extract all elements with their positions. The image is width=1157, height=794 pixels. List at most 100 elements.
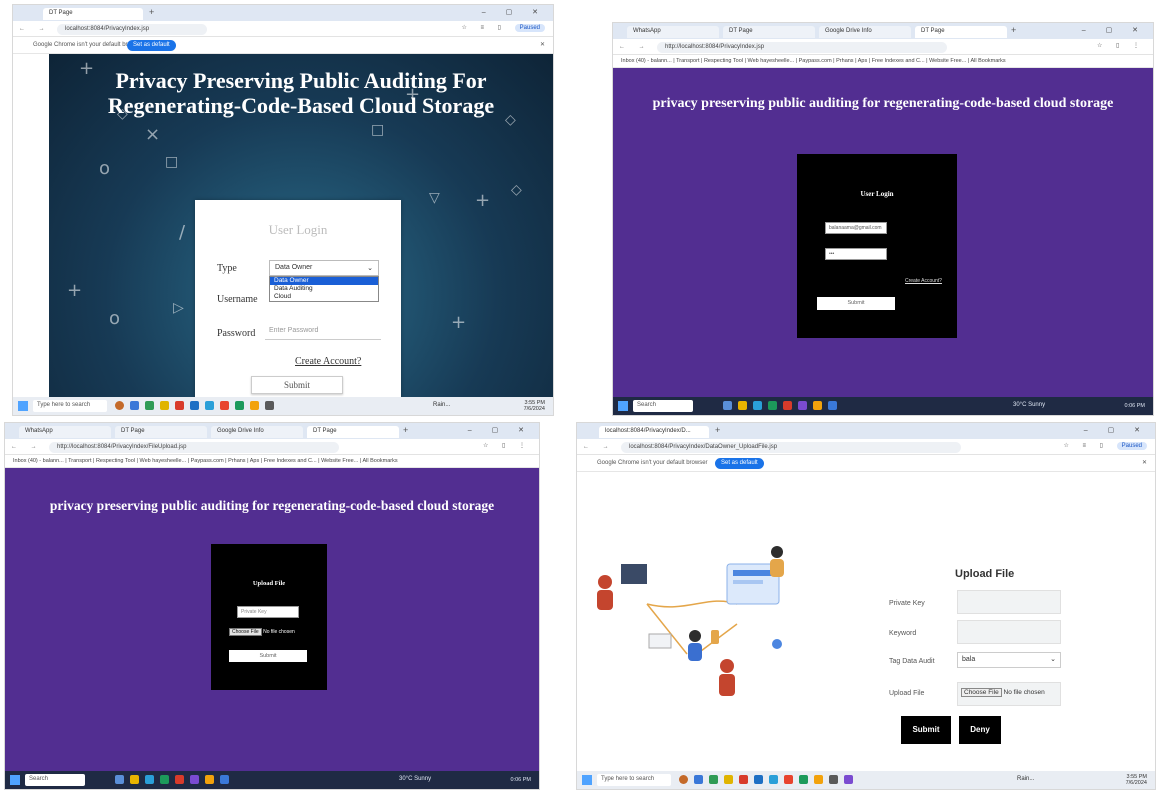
new-tab-icon[interactable]: + <box>1011 25 1016 35</box>
app-icon[interactable] <box>175 775 184 784</box>
deny-button[interactable]: Deny <box>959 716 1001 744</box>
toolbar-actions[interactable]: ☆ ≡ ▯ Paused <box>461 24 545 32</box>
set-default-button[interactable]: Set as default <box>127 40 176 51</box>
app-icon[interactable] <box>814 775 823 784</box>
app-icon[interactable] <box>844 775 853 784</box>
app-icon[interactable] <box>160 775 169 784</box>
create-account-link[interactable]: Create Account? <box>295 356 361 367</box>
file-chooser[interactable]: Choose File No file chosen <box>957 682 1061 706</box>
app-icon[interactable] <box>798 401 807 410</box>
taskbar-clock[interactable]: 0:06 PM <box>511 777 531 783</box>
window-controls[interactable]: – ▢ ✕ <box>468 426 533 434</box>
app-icon[interactable] <box>130 775 139 784</box>
taskbar-search-input[interactable]: Type here to search <box>597 774 671 786</box>
app-icon[interactable] <box>828 401 837 410</box>
choose-file-button[interactable]: Choose File <box>229 628 262 636</box>
app-icon[interactable] <box>220 775 229 784</box>
tab-google-drive[interactable]: Google Drive Info <box>819 26 911 38</box>
taskbar-clock[interactable]: 3:55 PM 7/6/2024 <box>1126 774 1147 786</box>
set-default-button[interactable]: Set as default <box>715 458 764 469</box>
app-icon[interactable] <box>220 401 229 410</box>
app-icon[interactable] <box>235 401 244 410</box>
window-controls[interactable]: – ▢ ✕ <box>1084 426 1149 434</box>
toolbar-actions[interactable]: ☆ ▯ ⋮ <box>1097 42 1145 49</box>
app-icon[interactable] <box>724 775 733 784</box>
app-icon[interactable] <box>784 775 793 784</box>
app-icon[interactable] <box>190 775 199 784</box>
taskbar-clock[interactable]: 0:06 PM <box>1125 403 1145 409</box>
app-icon[interactable] <box>115 401 124 410</box>
tab-whatsapp[interactable]: WhatsApp <box>19 426 111 438</box>
app-icon[interactable] <box>739 775 748 784</box>
app-icon[interactable] <box>768 401 777 410</box>
app-icon[interactable] <box>265 401 274 410</box>
tab-dt-page[interactable]: DT Page <box>115 426 207 438</box>
app-icon[interactable] <box>754 775 763 784</box>
app-icon[interactable] <box>753 401 762 410</box>
app-icon[interactable] <box>205 775 214 784</box>
taskbar-search-input[interactable]: Type here to search <box>33 400 107 412</box>
tab-upload-page[interactable]: localhost:8084/PrivacyIndex/D... <box>599 426 709 438</box>
app-icon[interactable] <box>723 401 732 410</box>
close-icon[interactable]: ✕ <box>540 41 545 48</box>
toolbar-actions[interactable]: ☆ ≡ ▯ Paused <box>1063 442 1147 450</box>
choose-file-button[interactable]: Choose File <box>961 688 1002 697</box>
app-icon[interactable] <box>679 775 688 784</box>
dropdown-option[interactable]: Data Owner <box>270 277 378 285</box>
dropdown-option[interactable]: Data Auditing <box>270 285 378 293</box>
password-input[interactable]: Enter Password <box>265 322 381 340</box>
window-controls[interactable]: – ▢ ✕ <box>482 8 547 16</box>
private-key-input[interactable]: Private Key <box>237 606 299 618</box>
taskbar-search-input[interactable]: Search <box>633 400 693 412</box>
new-tab-icon[interactable]: + <box>715 425 720 435</box>
keyword-input[interactable] <box>957 620 1061 644</box>
submit-button[interactable]: Submit <box>251 376 343 394</box>
bookmarks-bar[interactable]: Inbox (40) - balann... | Transport | Res… <box>613 55 1153 68</box>
app-icon[interactable] <box>130 401 139 410</box>
taskbar-search-input[interactable]: Search <box>25 774 85 786</box>
windows-start-icon[interactable] <box>18 401 28 411</box>
close-icon[interactable]: ✕ <box>1142 459 1147 466</box>
password-field[interactable]: ••• <box>825 248 887 260</box>
app-icon[interactable] <box>205 401 214 410</box>
app-icon[interactable] <box>709 775 718 784</box>
taskbar-apps[interactable] <box>679 775 859 786</box>
tab-dt-page[interactable]: DT Page <box>723 26 815 38</box>
dropdown-option[interactable]: Cloud <box>270 293 378 301</box>
tag-data-audit-select[interactable]: bala ⌄ <box>957 652 1061 668</box>
app-icon[interactable] <box>694 775 703 784</box>
address-bar[interactable]: http://localhost:8084/PrivacyIndex/FileU… <box>49 442 339 453</box>
submit-button[interactable]: Submit <box>817 297 895 310</box>
tab-whatsapp[interactable]: WhatsApp <box>627 26 719 38</box>
submit-button[interactable]: Submit <box>901 716 951 744</box>
window-controls[interactable]: – ▢ ✕ <box>1082 26 1147 34</box>
new-tab-icon[interactable]: + <box>149 7 154 17</box>
email-field[interactable]: balanaama@gmail.com <box>825 222 887 234</box>
weather-widget[interactable]: 30°C Sunny <box>1013 402 1045 408</box>
create-account-link[interactable]: Create Account? <box>905 278 942 284</box>
windows-start-icon[interactable] <box>582 775 592 785</box>
app-icon[interactable] <box>738 401 747 410</box>
address-bar[interactable]: localhost:8084/PrivacyIndex/DataOwner_Up… <box>621 442 961 453</box>
app-icon[interactable] <box>799 775 808 784</box>
app-icon[interactable] <box>160 401 169 410</box>
weather-widget[interactable]: Rain... <box>1017 776 1034 782</box>
app-icon[interactable] <box>813 401 822 410</box>
app-icon[interactable] <box>829 775 838 784</box>
file-chooser[interactable]: Choose File No file chosen <box>229 628 295 636</box>
tab-dt-page-active[interactable]: DT Page <box>307 426 399 438</box>
app-icon[interactable] <box>145 775 154 784</box>
address-bar[interactable]: localhost:8084/PrivacyIndex.jsp <box>57 24 207 35</box>
app-icon[interactable] <box>190 401 199 410</box>
app-icon[interactable] <box>783 401 792 410</box>
type-select[interactable]: Data Owner ⌄ <box>269 260 379 276</box>
private-key-input[interactable] <box>957 590 1061 614</box>
app-icon[interactable] <box>175 401 184 410</box>
tab-dt-page-active[interactable]: DT Page <box>915 26 1007 38</box>
windows-start-icon[interactable] <box>10 775 20 785</box>
address-bar[interactable]: http://localhost:8084/PrivacyIndex.jsp <box>657 42 947 53</box>
app-icon[interactable] <box>769 775 778 784</box>
taskbar-apps[interactable] <box>115 775 235 786</box>
taskbar-apps[interactable] <box>723 401 843 412</box>
windows-start-icon[interactable] <box>618 401 628 411</box>
